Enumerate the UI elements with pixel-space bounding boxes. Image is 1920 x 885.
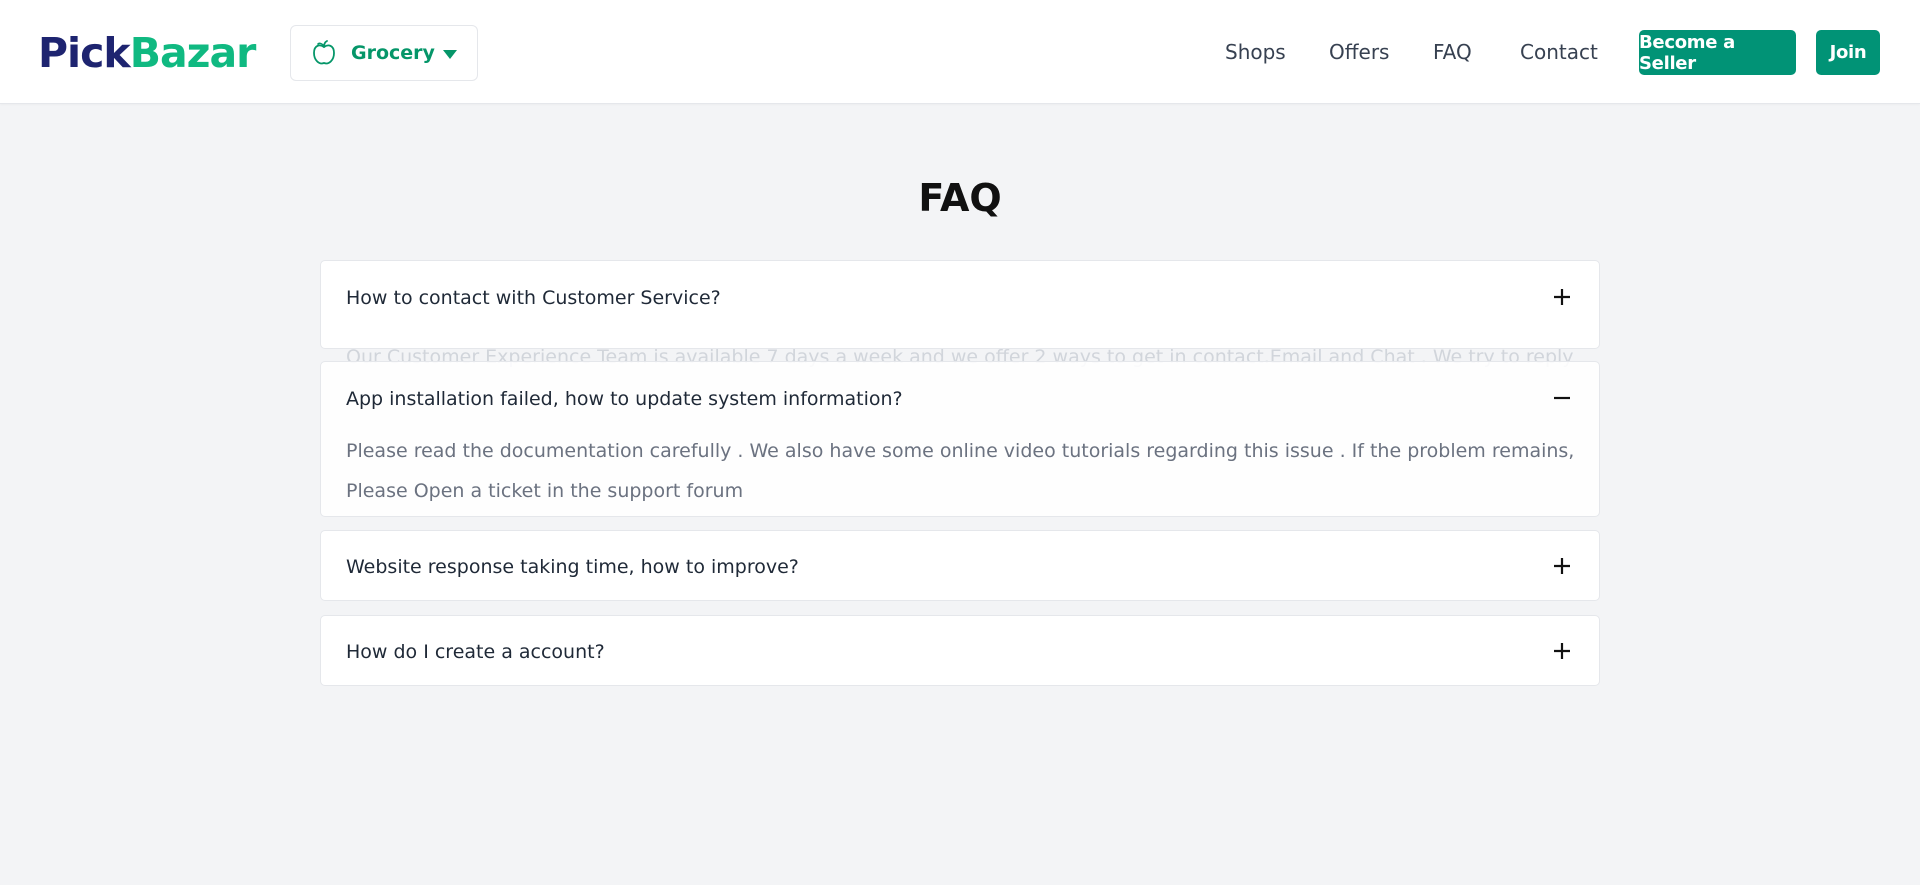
become-seller-button[interactable]: Become a Seller [1639,30,1796,75]
nav-link-faq[interactable]: FAQ [1433,40,1472,64]
faq-question[interactable]: How do I create a account? [346,641,605,663]
faq-question[interactable]: Website response taking time, how to imp… [346,556,799,578]
nav-link-offers[interactable]: Offers [1329,40,1389,64]
site-header: PickBazar Grocery Shops Offers FAQ Conta… [0,0,1920,104]
logo-text-bazar: Bazar [129,29,257,77]
shop-type-label: Grocery [351,42,435,64]
chevron-down-icon [443,50,457,59]
apple-icon [313,40,335,65]
faq-question[interactable]: App installation failed, how to update s… [346,388,903,410]
logo[interactable]: PickBazar [38,28,257,78]
faq-item-expanded: App installation failed, how to update s… [320,361,1600,517]
faq-item: How do I create a account? [320,615,1600,686]
shop-type-selector[interactable]: Grocery [290,25,478,81]
plus-icon[interactable] [1553,642,1571,660]
faq-answer: Please read the documentation carefully … [346,440,1575,502]
logo-text-pick: Pick [38,29,131,77]
minus-icon[interactable] [1553,389,1571,407]
join-button[interactable]: Join [1816,30,1880,75]
page-title: FAQ [918,176,1002,220]
plus-icon[interactable] [1553,288,1571,306]
plus-icon[interactable] [1553,557,1571,575]
nav-link-contact[interactable]: Contact [1520,40,1598,64]
faq-item: Website response taking time, how to imp… [320,530,1600,601]
faq-item: How to contact with Customer Service? [320,260,1600,349]
faq-question[interactable]: How to contact with Customer Service? [346,287,721,309]
nav-link-shops[interactable]: Shops [1225,40,1286,64]
